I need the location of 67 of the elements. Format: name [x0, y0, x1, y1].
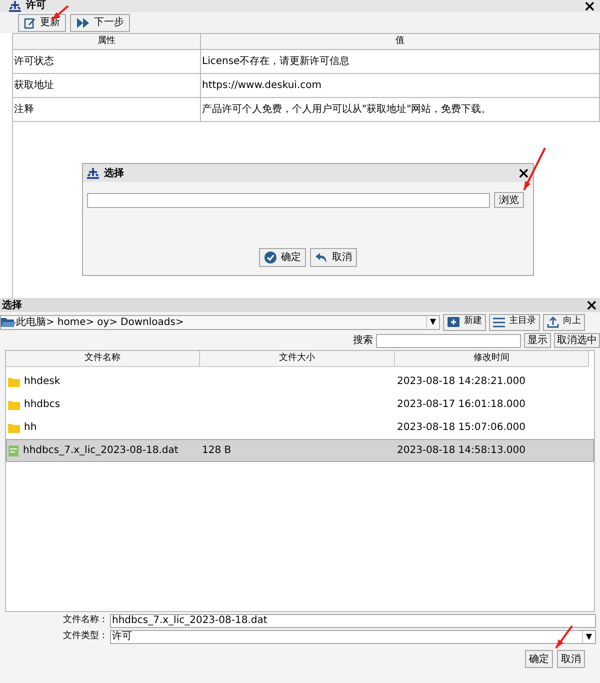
fast-forward-icon: [76, 18, 90, 28]
file-row[interactable]: hhdbcs_7.x_lic_2023-08-18.dat 128 B 2023-08-18 14:58:13.000: [6, 439, 594, 462]
new-folder-icon: [447, 316, 460, 328]
file-name-field[interactable]: hhdbcs_7.x_lic_2023-08-18.dat: [110, 614, 596, 628]
table-cell: 获取地址: [13, 74, 201, 98]
folder-icon: [8, 422, 20, 432]
edit-icon: [24, 16, 36, 28]
button[interactable]: 确定: [525, 650, 553, 668]
button[interactable]: 显示: [524, 333, 551, 348]
dialog-title: 选择: [104, 166, 124, 180]
file-name: hhdesk: [24, 375, 60, 389]
breadcrumb-item[interactable]: Downloads>: [120, 314, 184, 330]
button[interactable]: 取消: [557, 650, 585, 668]
table-cell: 产品许可个人免费，个人用户可以从"获取地址"网站，免费下载。: [201, 98, 600, 122]
breadcrumb-item[interactable]: home>: [57, 314, 94, 330]
folder-icon: [1, 316, 16, 328]
upload-icon: [547, 316, 559, 328]
file-name: hhdbcs_7.x_lic_2023-08-18.dat: [23, 444, 178, 458]
modified-time: 2023-08-17 16:01:18.000: [397, 398, 526, 412]
file-type-combobox[interactable]: 许可 ▼: [110, 630, 596, 644]
list-icon: [493, 316, 505, 328]
column-header: 属性: [13, 34, 201, 50]
file-row[interactable]: hh 2023-08-18 15:07:06.000: [6, 416, 594, 439]
file-name: hhdbcs: [24, 398, 60, 412]
table-cell: License不存在，请更新许可信息: [201, 50, 600, 74]
column-header: 文件大小: [200, 351, 395, 367]
column-header: 文件名称: [6, 351, 200, 367]
close-button[interactable]: ×: [517, 166, 530, 180]
modified-time: 2023-08-18 14:58:13.000: [397, 444, 526, 458]
close-button[interactable]: ×: [585, 298, 598, 312]
folder-icon: [8, 376, 20, 386]
button[interactable]: 确定: [259, 248, 306, 267]
breadcrumb-item[interactable]: oy>: [97, 314, 118, 330]
annotation-arrow: [555, 625, 573, 649]
field-label: 文件名称：: [62, 614, 109, 627]
window-title: 选择: [2, 298, 22, 312]
file-row[interactable]: hhdbcs 2023-08-17 16:01:18.000: [6, 393, 594, 416]
file-row[interactable]: hhdesk 2023-08-18 14:28:21.000: [6, 370, 594, 393]
button[interactable]: 新建: [443, 314, 486, 330]
close-button[interactable]: ×: [583, 0, 596, 14]
button[interactable]: 浏览: [494, 192, 524, 208]
file-icon: [8, 444, 19, 456]
path-combobox[interactable]: 此电脑> home> oy> Downloads> ▼: [0, 314, 440, 330]
button[interactable]: 取消: [310, 248, 357, 267]
folder-icon: [8, 400, 20, 410]
modified-time: 2023-08-18 15:07:06.000: [397, 421, 526, 435]
button[interactable]: 下一步: [70, 14, 130, 32]
table-cell: https://www.deskui.com: [201, 74, 600, 98]
undo-arrow-icon: [315, 252, 328, 264]
app-logo-icon: [8, 0, 22, 12]
column-header: 修改时间: [395, 351, 589, 367]
modified-time: 2023-08-18 14:28:21.000: [397, 375, 526, 389]
app-logo-icon: [86, 168, 100, 178]
file-size: 128 B: [202, 444, 232, 458]
check-icon: [264, 251, 277, 264]
search-label: 搜索: [353, 334, 373, 348]
breadcrumb-item[interactable]: 此电脑>: [16, 314, 54, 330]
button[interactable]: 主目录: [489, 314, 540, 330]
input-field[interactable]: [87, 192, 490, 208]
table-cell: 许可状态: [13, 50, 201, 74]
field-label: 文件类型：: [62, 630, 109, 643]
column-header: 值: [201, 34, 600, 50]
button[interactable]: 取消选中: [554, 333, 600, 348]
search-field[interactable]: [376, 334, 521, 348]
table-cell: 注释: [13, 98, 201, 122]
button[interactable]: 向上: [543, 314, 585, 330]
file-name: hh: [24, 421, 37, 435]
